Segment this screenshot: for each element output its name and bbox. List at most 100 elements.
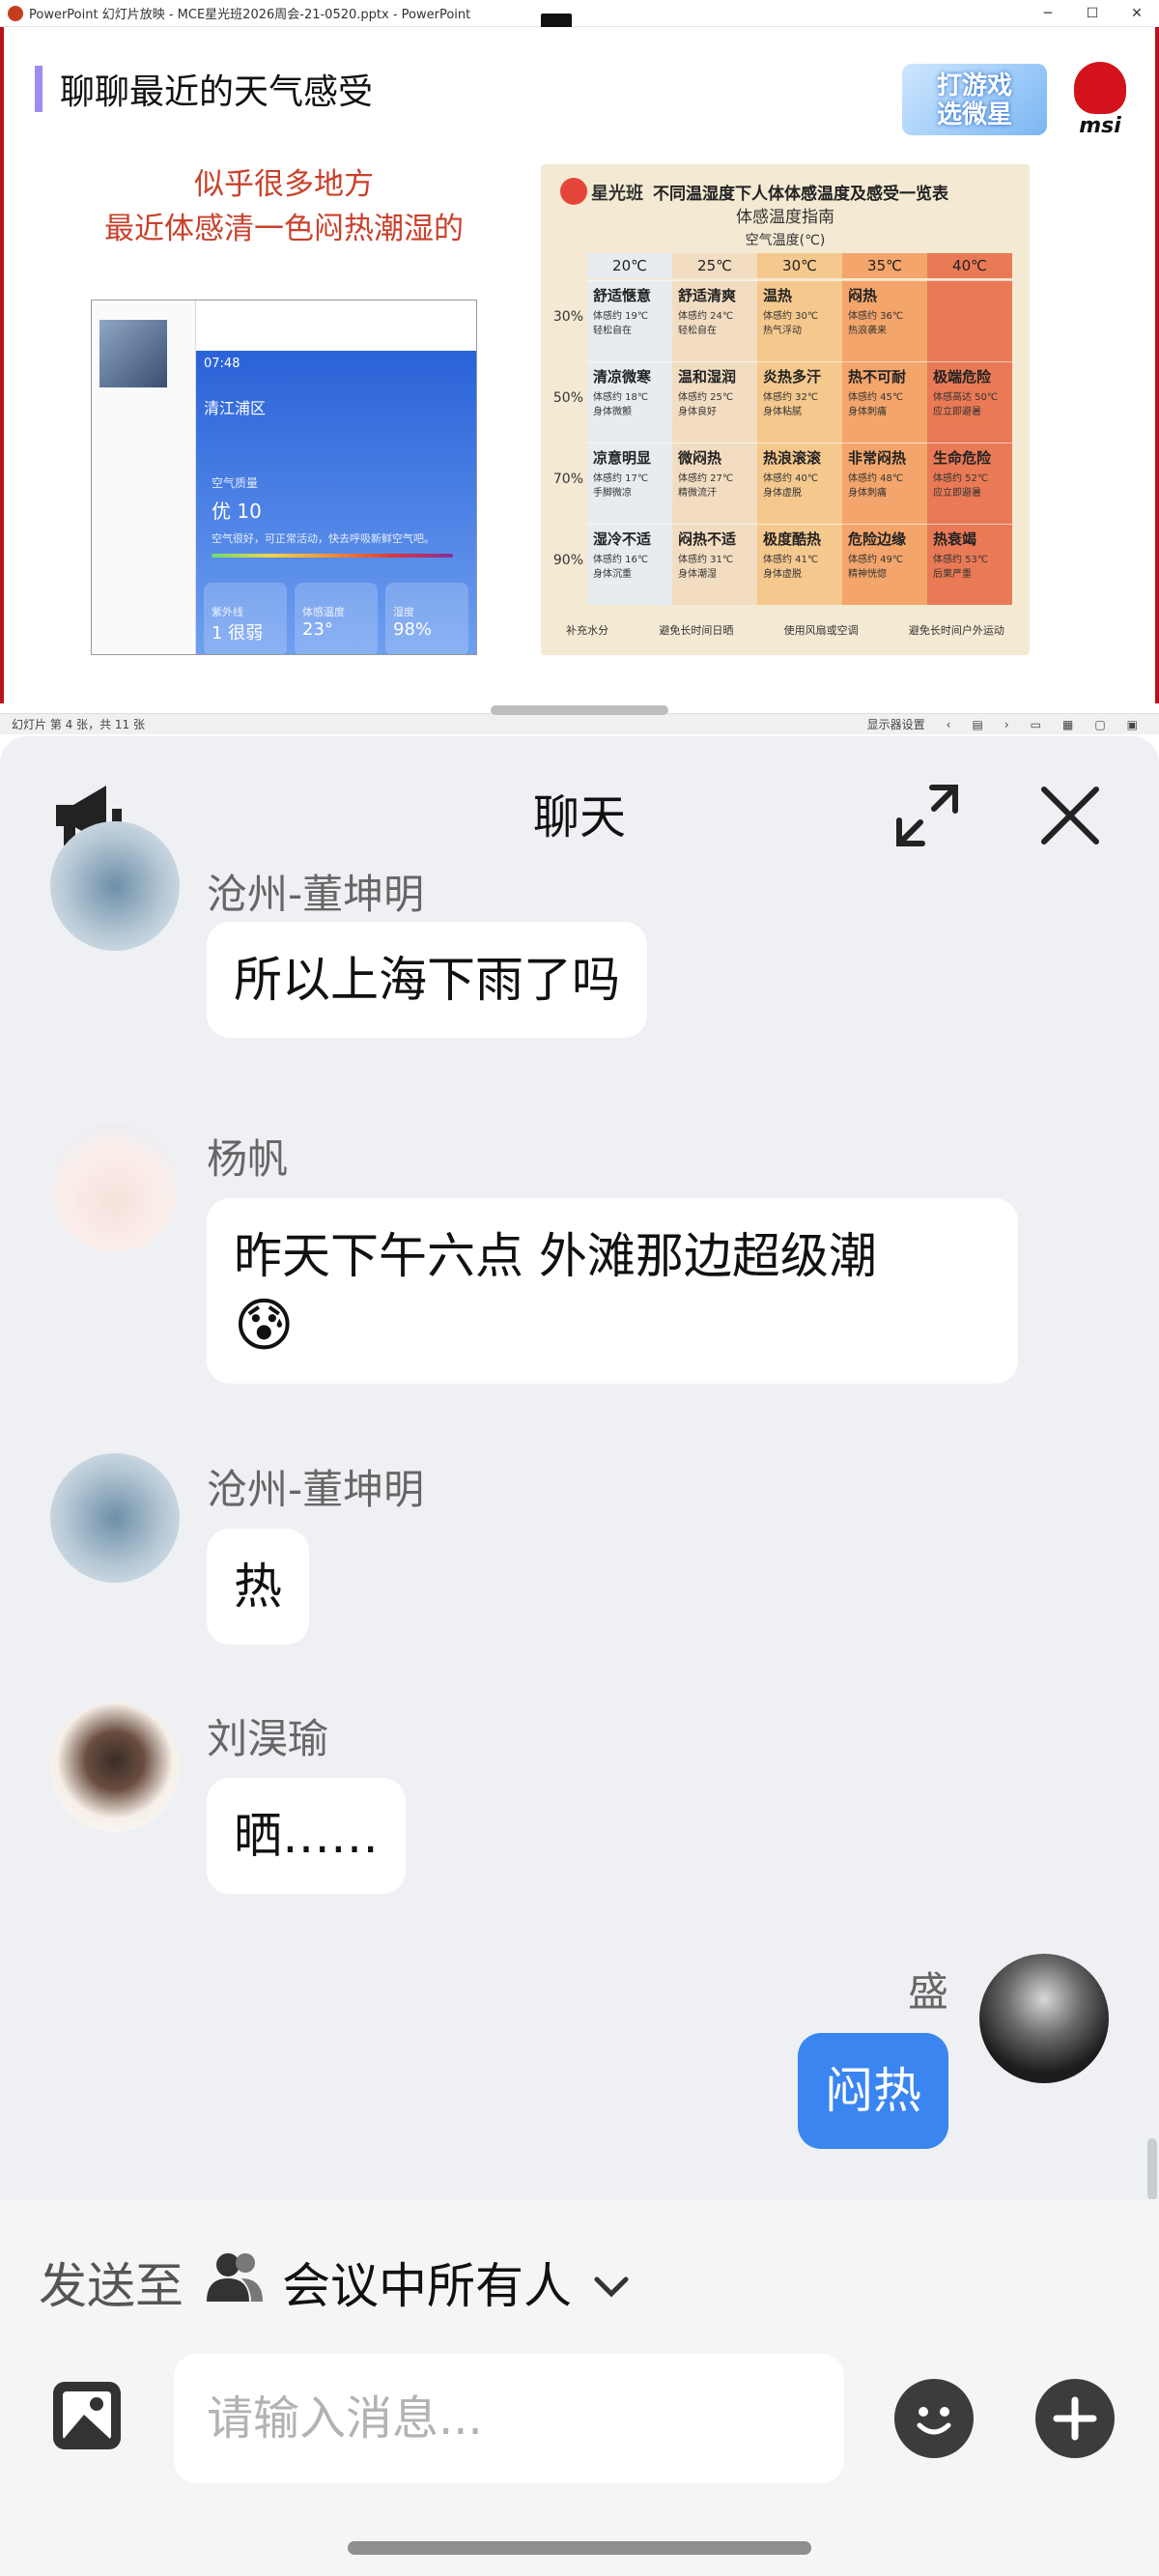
column-header: 35℃ bbox=[842, 253, 927, 278]
weather-app: 07:48 清江浦区 空气质量 优 10 空气很好，可正常活动，快去呼吸新鲜空气… bbox=[196, 351, 476, 654]
prev-slide-button[interactable]: ‹ bbox=[947, 718, 951, 731]
reading-view-icon[interactable]: ▢ bbox=[1094, 718, 1105, 731]
message-bubble[interactable]: 所以上海下雨了吗 bbox=[207, 922, 647, 1038]
air-quality-value: 优 10 bbox=[212, 500, 262, 523]
message-bubble[interactable]: 热 bbox=[207, 1529, 309, 1645]
cell-feel: 体感约 52℃ bbox=[933, 473, 989, 484]
slideshow-view-icon[interactable]: ▣ bbox=[1127, 718, 1138, 731]
maximize-button[interactable]: ☐ bbox=[1070, 6, 1115, 21]
cell-name: 微闷热 bbox=[678, 449, 722, 467]
weather-city: 清江浦区 bbox=[204, 399, 267, 417]
ppt-window-title: PowerPoint 幻灯片放映 - MCE星光班2026周会-21-0520.… bbox=[29, 8, 471, 22]
cell-name: 舒适惬意 bbox=[593, 287, 652, 304]
ppt-titlebar: PowerPoint 幻灯片放映 - MCE星光班2026周会-21-0520.… bbox=[0, 0, 1159, 27]
cell-desc: 身体潮湿 bbox=[678, 569, 717, 580]
cell-desc: 身体虚脱 bbox=[763, 488, 802, 499]
sorter-view-icon[interactable]: ▦ bbox=[1062, 718, 1073, 731]
sender-name: 沧州-董坤明 bbox=[207, 1466, 425, 1513]
table-cell: 炎热多汗 体感约 32℃ 身体粘腻 bbox=[757, 361, 842, 443]
cell-feel: 体感约 18℃ bbox=[593, 392, 649, 403]
cell-desc: 身体微颤 bbox=[593, 407, 632, 417]
emoji: 😰 bbox=[234, 1292, 295, 1360]
send-to-selector[interactable]: 发送至 会议中所有人 bbox=[39, 2247, 630, 2317]
close-window-button[interactable]: ✕ bbox=[1115, 6, 1159, 21]
feels-like-card: 体感温度 23° bbox=[295, 583, 378, 654]
column-header: 25℃ bbox=[672, 253, 757, 278]
message-bubble[interactable]: 晒…… bbox=[207, 1778, 406, 1894]
table-cell: 闷热 体感约 36℃ 热浪袭来 bbox=[842, 280, 927, 361]
weather-screenshot: 07:48 清江浦区 空气质量 优 10 空气很好，可正常活动，快去呼吸新鲜空气… bbox=[91, 300, 477, 655]
table-cell: 温和湿润 体感约 25℃ 身体良好 bbox=[672, 361, 757, 443]
avatar[interactable] bbox=[979, 1954, 1109, 2083]
expand-icon[interactable] bbox=[889, 777, 966, 854]
table-brand: 星光班 bbox=[591, 184, 643, 204]
cell-desc: 热浪袭来 bbox=[848, 326, 887, 336]
air-quality-label: 空气质量 bbox=[212, 476, 259, 490]
home-indicator[interactable] bbox=[348, 2541, 811, 2555]
plus-icon[interactable] bbox=[1035, 2379, 1115, 2458]
table-cell: 极度酷热 体感约 41℃ 身体虚脱 bbox=[757, 524, 842, 605]
slide-counter: 幻灯片 第 4 张，共 11 张 bbox=[12, 718, 145, 731]
cell-name: 清凉微寒 bbox=[593, 368, 652, 386]
notes-icon[interactable]: ▤ bbox=[972, 718, 982, 731]
close-icon[interactable] bbox=[1032, 777, 1109, 854]
table-cell: 凉意明显 体感约 17℃ 手脚微凉 bbox=[587, 443, 672, 524]
powerpoint-app-icon bbox=[8, 5, 23, 21]
cell-name: 温热 bbox=[763, 287, 793, 304]
avatar[interactable] bbox=[50, 1453, 180, 1583]
cell-feel: 体感约 48℃ bbox=[848, 473, 904, 484]
table-legend: 补充水分 避免长时间日晒 使用风扇或空调 避免长时间户外运动 bbox=[541, 622, 1030, 638]
avatar[interactable] bbox=[50, 1123, 180, 1252]
cell-name: 极度酷热 bbox=[763, 530, 822, 548]
cell-name: 极端危险 bbox=[933, 368, 992, 386]
title-accent-bar bbox=[35, 66, 42, 112]
chat-message: 杨帆 昨天下午六点 外滩那边超级潮 😰 bbox=[0, 1123, 1159, 1403]
cell-feel: 体感约 32℃ bbox=[763, 392, 819, 403]
row-header: 70% bbox=[552, 472, 583, 487]
cell-name: 危险边缘 bbox=[848, 530, 907, 548]
cell-desc: 热气浮动 bbox=[763, 326, 802, 336]
star-logo-icon bbox=[560, 178, 587, 205]
cell-desc: 应立即避暑 bbox=[933, 407, 981, 417]
uv-card: 紫外线 1 很弱 bbox=[204, 583, 287, 654]
normal-view-icon[interactable]: ▭ bbox=[1031, 718, 1041, 731]
scrollbar[interactable] bbox=[1147, 2138, 1157, 2200]
dragon-shield-icon bbox=[1074, 62, 1126, 114]
air-quality-desc: 空气很好，可正常活动，快去呼吸新鲜空气吧。 bbox=[212, 532, 435, 545]
minimize-button[interactable]: ─ bbox=[1026, 6, 1070, 21]
image-icon[interactable] bbox=[50, 2379, 124, 2452]
avatar[interactable] bbox=[50, 1703, 180, 1832]
chevron-down-icon bbox=[593, 2254, 630, 2310]
cell-desc: 身体刺痛 bbox=[848, 407, 887, 417]
emoji-icon[interactable] bbox=[894, 2379, 974, 2458]
feels-like-label: 体感温度 bbox=[302, 606, 345, 618]
heat-index-table: 星光班 不同温湿度下人体体感温度及感受一览表 体感温度指南 空气温度(℃) 20… bbox=[541, 164, 1030, 655]
sender-name: 沧州-董坤明 bbox=[207, 871, 425, 918]
phone-time: 07:48 bbox=[204, 357, 240, 371]
display-settings-button[interactable]: 显示器设置 bbox=[867, 716, 925, 732]
cell-desc: 身体良好 bbox=[678, 407, 717, 417]
uv-value: 1 很弱 bbox=[212, 623, 264, 644]
next-slide-button[interactable]: › bbox=[1004, 718, 1009, 731]
legend-item: 避免长时间日晒 bbox=[659, 624, 734, 637]
cell-feel: 体感约 27℃ bbox=[678, 473, 734, 484]
message-bubble[interactable]: 闷热 bbox=[798, 2033, 948, 2149]
message-input[interactable] bbox=[174, 2354, 844, 2483]
doc-sidebar bbox=[92, 301, 196, 654]
people-icon bbox=[205, 2249, 265, 2315]
table-cell: 生命危险 体感约 52℃ 应立即避暑 bbox=[927, 443, 1012, 524]
chat-message: 沧州-董坤明 热 bbox=[0, 1453, 1159, 1666]
chat-message-own: 盛 闷热 bbox=[0, 1954, 1159, 2166]
humidity-card: 湿度 98% bbox=[385, 583, 468, 654]
avatar[interactable] bbox=[50, 821, 180, 951]
msi-logo-text: msi bbox=[1079, 114, 1121, 138]
message-bubble[interactable]: 昨天下午六点 外滩那边超级潮 😰 bbox=[207, 1198, 1018, 1384]
cell-name: 凉意明显 bbox=[593, 449, 652, 467]
drag-handle[interactable] bbox=[491, 705, 668, 715]
doc-photo bbox=[99, 320, 167, 387]
slide-title: 聊聊最近的天气感受 bbox=[60, 72, 374, 112]
cell-desc: 身体粘腻 bbox=[763, 407, 802, 417]
table-cell: 微闷热 体感约 27℃ 精微流汗 bbox=[672, 443, 757, 524]
chat-panel: 聊天 沧州-董坤明 所以上海下雨了吗 杨帆 昨天下午六点 外滩那边超级潮 😰 沧… bbox=[0, 736, 1159, 2576]
table-cell: 湿冷不适 体感约 16℃ 身体沉重 bbox=[587, 524, 672, 605]
